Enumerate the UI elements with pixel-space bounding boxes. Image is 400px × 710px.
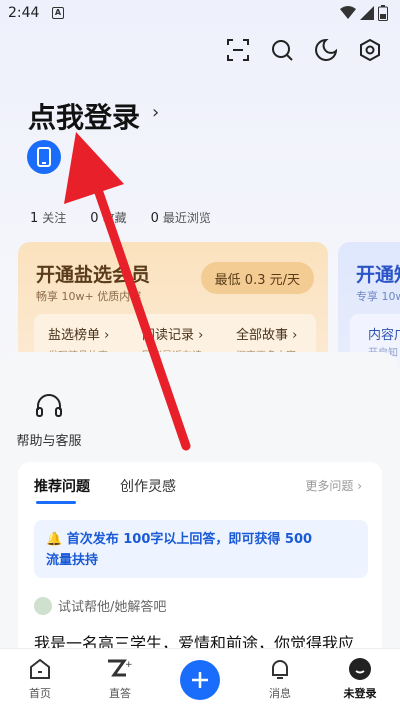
tab-messages-label: 消息	[269, 687, 291, 700]
vip-price-button[interactable]: 最低 0.3 元/天	[200, 262, 314, 294]
stat-following-count: 1	[30, 211, 39, 226]
phone-login-button[interactable]	[27, 140, 61, 174]
status-time: 2:44	[8, 5, 40, 21]
wifi-icon	[340, 6, 356, 19]
first-publish-banner[interactable]: 🔔 首次发布 100字以上回答，即可获得 500 流量扶持	[34, 520, 368, 578]
tab-home-label: 首页	[29, 687, 51, 700]
signal-icon	[360, 6, 374, 20]
status-bar: 2:44 A	[0, 0, 400, 28]
stats-row: 1 关注 0 收藏 0 最近浏览	[30, 209, 235, 226]
search-icon[interactable]	[270, 38, 294, 62]
banner-line-2: 流量扶持	[46, 553, 99, 568]
top-toolbar	[226, 38, 382, 62]
svg-text:+: +	[125, 660, 133, 670]
battery-icon	[378, 5, 388, 21]
stat-recent-count: 0	[150, 211, 159, 226]
stat-recent-label: 最近浏览	[162, 211, 211, 225]
stat-following-label: 关注	[42, 211, 67, 225]
vip2-link-title: 内容广	[368, 328, 400, 343]
tab-direct-answer-label: 直答	[109, 687, 131, 700]
hint-text: 试试帮他/她解答吧	[58, 600, 167, 615]
headset-icon	[36, 394, 62, 417]
vip-link-title: 阅读记录 ›	[142, 328, 204, 343]
stat-following[interactable]: 1 关注	[30, 209, 66, 226]
zhida-icon: +	[108, 659, 133, 677]
question-tabs: 推荐问题 创作灵感	[34, 476, 176, 496]
tab-me[interactable]: 未登录	[320, 649, 400, 710]
vip-subtitle: 畅享 10w+ 优质内容	[36, 290, 142, 303]
bottom-tab-bar: 首页 + 直答 消息 未登录	[0, 648, 400, 710]
hint-avatar-icon	[34, 596, 52, 615]
vip-link-title: 盐选榜单 ›	[48, 328, 110, 343]
more-questions-link[interactable]: 更多问题 ›	[305, 477, 362, 494]
tab-creative-inspiration[interactable]: 创作灵感	[120, 476, 176, 496]
help-label: 帮助与客服	[16, 434, 82, 449]
create-post-button[interactable]	[180, 660, 220, 700]
vip-link-title: 全部故事 ›	[236, 328, 298, 343]
scan-icon[interactable]	[226, 38, 250, 62]
home-icon	[30, 658, 50, 679]
tab-me-label: 未登录	[343, 687, 377, 700]
chevron-right-icon[interactable]: ›	[152, 102, 159, 123]
active-tab-indicator	[36, 501, 76, 504]
help-support-entry[interactable]: 帮助与客服	[14, 394, 84, 449]
settings-gear-icon[interactable]	[358, 38, 382, 62]
stat-favorites[interactable]: 0 收藏	[90, 209, 126, 226]
tab-messages[interactable]: 消息	[240, 649, 320, 710]
vip2-title: 开通知	[356, 264, 400, 286]
stat-recent[interactable]: 0 最近浏览	[151, 209, 211, 226]
notification-a-icon: A	[52, 7, 64, 19]
vip-title: 开通盐选会员	[36, 264, 151, 286]
tab-recommended-questions[interactable]: 推荐问题	[34, 476, 90, 496]
tab-home[interactable]: 首页	[0, 649, 80, 710]
banner-line-1: 🔔 首次发布 100字以上回答，即可获得 500	[46, 532, 313, 547]
night-mode-icon[interactable]	[314, 38, 338, 62]
bell-icon	[272, 660, 288, 679]
login-title[interactable]: 点我登录	[28, 96, 140, 136]
question-card: 推荐问题 创作灵感 更多问题 › 🔔 首次发布 100字以上回答，即可获得 50…	[18, 462, 382, 662]
tab-direct-answer[interactable]: + 直答	[80, 649, 160, 710]
avatar-icon	[349, 658, 371, 680]
vip2-subtitle: 专享 10w	[356, 290, 400, 303]
answer-hint: 试试帮他/她解答吧	[34, 596, 166, 615]
plus-icon	[192, 672, 208, 688]
stat-favorites-label: 收藏	[102, 211, 127, 225]
tab-create[interactable]	[160, 649, 240, 710]
phone-icon	[37, 147, 51, 167]
stat-favorites-count: 0	[90, 211, 99, 226]
